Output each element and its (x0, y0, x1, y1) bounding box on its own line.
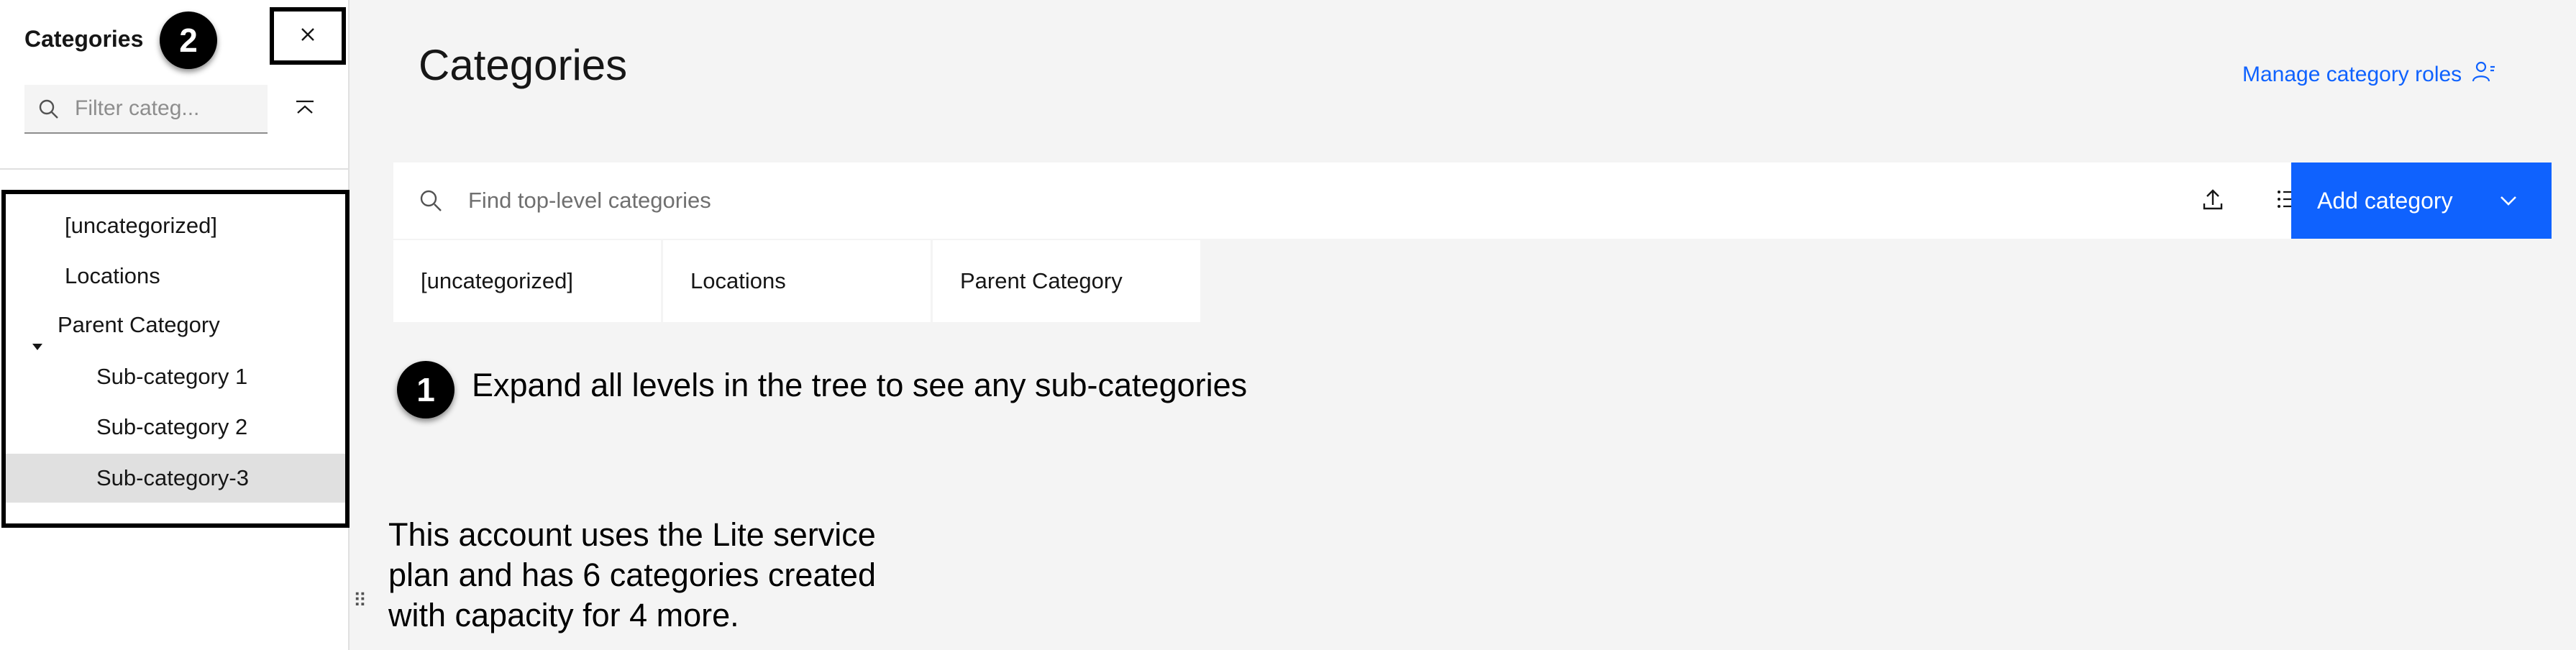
collapse-all-button[interactable] (288, 95, 322, 124)
lite-plan-annotation: This account uses the Lite service plan … (388, 516, 876, 633)
tree-item-sub-category-3[interactable]: Sub-category-3 (6, 454, 345, 503)
sidebar-divider (0, 168, 348, 170)
page-title: Categories (419, 41, 628, 89)
upload-button[interactable] (2175, 162, 2250, 239)
category-tile-uncategorized[interactable]: [uncategorized] (393, 240, 661, 322)
sidebar-title: Categories (24, 26, 144, 52)
category-tree: [uncategorized] Locations Parent Categor… (1, 190, 350, 528)
categories-sidebar: Categories 2 [uncategorized] Locations P… (0, 0, 350, 650)
upload-icon (2202, 188, 2224, 214)
close-icon (300, 27, 316, 46)
category-tile-parent-category[interactable]: Parent Category (933, 240, 1200, 322)
manage-category-roles-link[interactable]: Manage category roles (2242, 60, 2496, 89)
drag-handle-icon[interactable]: ⠿ (353, 590, 367, 612)
tree-item-parent-category[interactable]: Parent Category (6, 301, 345, 350)
collapse-all-icon (294, 99, 316, 120)
close-sidebar-button[interactable] (270, 7, 346, 65)
tree-item-label: Parent Category (58, 312, 220, 337)
user-roles-icon (2462, 60, 2496, 89)
chevron-down-icon[interactable] (2500, 196, 2517, 209)
tree-item-uncategorized[interactable]: [uncategorized] (6, 201, 345, 250)
search-icon (418, 188, 444, 217)
add-category-label: Add category (2317, 187, 2453, 214)
expand-hint-annotation: Expand all levels in the tree to see any… (472, 367, 1248, 403)
tree-item-sub-category-1[interactable]: Sub-category 1 (6, 352, 345, 401)
tree-item-sub-category-2[interactable]: Sub-category 2 (6, 403, 345, 452)
category-toolbar (393, 162, 2552, 239)
annotation-badge-2: 2 (160, 12, 217, 69)
filter-input[interactable] (75, 85, 258, 132)
manage-link-label: Manage category roles (2242, 63, 2462, 86)
annotation-badge-1: 1 (397, 361, 455, 418)
category-tile-locations[interactable]: Locations (663, 240, 931, 322)
add-category-button[interactable]: Add category (2291, 162, 2552, 239)
tree-item-locations[interactable]: Locations (6, 252, 345, 301)
filter-categories-field[interactable] (24, 85, 268, 134)
